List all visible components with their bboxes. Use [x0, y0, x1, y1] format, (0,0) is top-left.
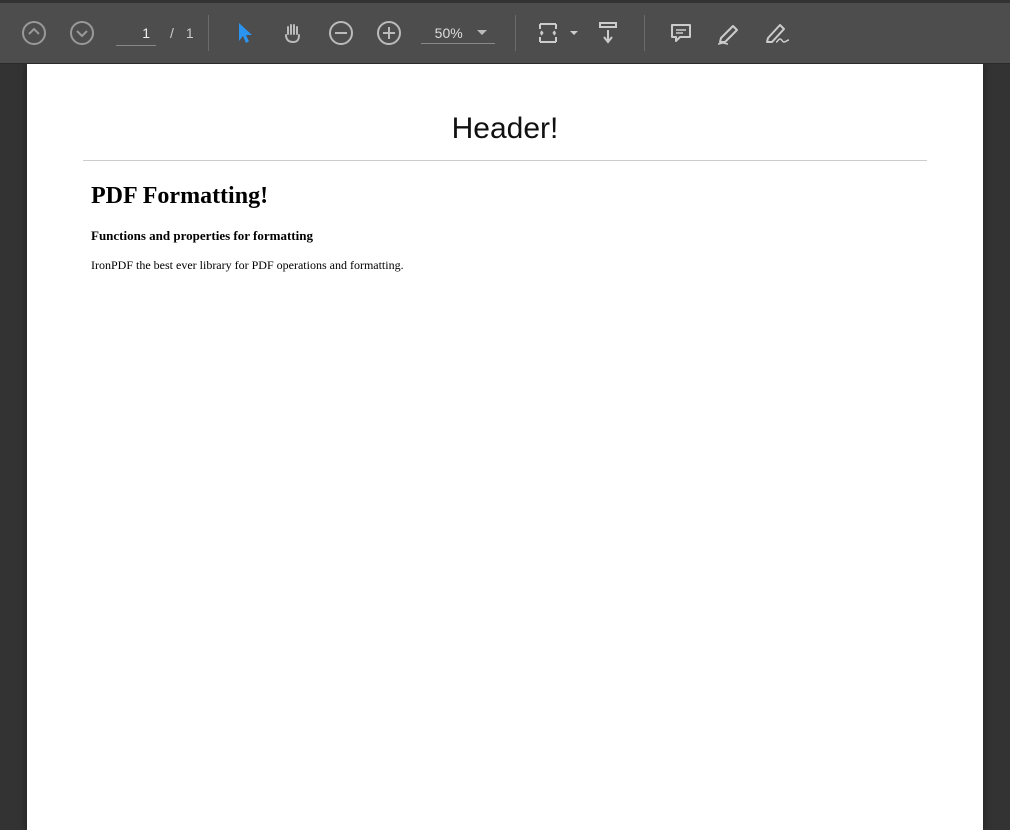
comment-icon [668, 20, 694, 46]
next-page-button[interactable] [60, 11, 104, 55]
sign-pen-icon [762, 20, 792, 46]
arrow-down-icon [69, 20, 95, 46]
highlight-button[interactable] [707, 11, 751, 55]
page-separator-text: / [170, 25, 174, 41]
fit-width-icon [535, 20, 561, 46]
scroll-down-icon [595, 20, 621, 46]
previous-page-button[interactable] [12, 11, 56, 55]
zoom-value-text: 50% [425, 25, 473, 41]
toolbar-separator [515, 15, 516, 51]
document-header: Header! [83, 112, 927, 160]
zoom-in-button[interactable] [367, 11, 411, 55]
page-total-text: 1 [186, 25, 194, 41]
document-viewport[interactable]: Header! PDF Formatting! Functions and pr… [0, 64, 1010, 830]
document-divider [83, 160, 927, 161]
comment-button[interactable] [659, 11, 703, 55]
toolbar-separator [208, 15, 209, 51]
zoom-out-button[interactable] [319, 11, 363, 55]
hand-tool-button[interactable] [271, 11, 315, 55]
plus-circle-icon [376, 20, 402, 46]
marker-icon [715, 20, 743, 46]
sign-button[interactable] [755, 11, 799, 55]
fit-width-button[interactable] [530, 11, 566, 55]
pdf-toolbar: / 1 50% [0, 0, 1010, 64]
pdf-page: Header! PDF Formatting! Functions and pr… [27, 64, 983, 830]
zoom-select[interactable]: 50% [421, 23, 495, 44]
toolbar-separator [644, 15, 645, 51]
caret-down-icon [570, 31, 578, 36]
arrow-up-icon [21, 20, 47, 46]
page-number-input[interactable] [116, 21, 156, 46]
scroll-mode-button[interactable] [586, 11, 630, 55]
hand-icon [280, 20, 306, 46]
document-subtitle: Functions and properties for formatting [91, 228, 927, 244]
document-body-text: IronPDF the best ever library for PDF op… [91, 258, 927, 273]
selection-tool-button[interactable] [223, 11, 267, 55]
caret-down-icon [473, 30, 491, 36]
minus-circle-icon [328, 20, 354, 46]
document-title: PDF Formatting! [91, 183, 927, 210]
fit-dropdown-button[interactable] [566, 31, 582, 36]
cursor-icon [234, 20, 256, 46]
